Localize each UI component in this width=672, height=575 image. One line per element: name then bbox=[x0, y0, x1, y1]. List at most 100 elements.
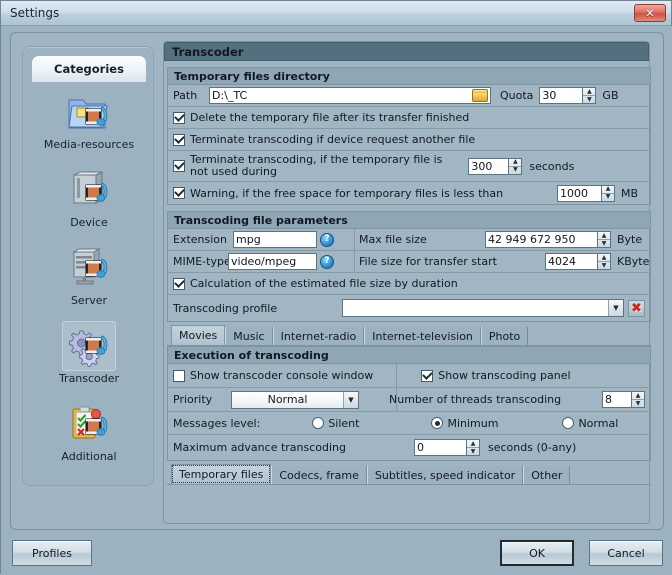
priority-row: Priority Normal ▼ Number of threads tran… bbox=[168, 388, 650, 412]
terminate-unused-stepper[interactable]: 300 ▲ ▼ bbox=[468, 157, 523, 175]
stepper-up-icon[interactable]: ▲ bbox=[583, 88, 596, 96]
calc-estimated-row[interactable]: Calculation of the estimated file size b… bbox=[168, 273, 650, 295]
show-console-checkbox[interactable] bbox=[173, 369, 185, 382]
terminate-unused-row: Terminate transcoding, if the temporary … bbox=[168, 151, 650, 182]
cancel-button[interactable]: Cancel bbox=[589, 540, 663, 566]
column-divider bbox=[354, 251, 355, 272]
tab-music[interactable]: Music bbox=[225, 327, 273, 345]
window-title: Settings bbox=[10, 6, 60, 20]
max-advance-stepper-buttons[interactable]: ▲ ▼ bbox=[466, 440, 480, 455]
close-window-button[interactable]: ✕ bbox=[634, 4, 666, 22]
profiles-button[interactable]: Profiles bbox=[12, 540, 92, 566]
free-space-unit: MB bbox=[621, 186, 639, 200]
threads-stepper[interactable]: 8 ▲ ▼ bbox=[602, 391, 645, 408]
show-panel-checkbox[interactable] bbox=[421, 369, 434, 382]
radio-silent[interactable] bbox=[312, 417, 325, 429]
terminate-on-request-checkbox[interactable] bbox=[173, 133, 185, 146]
max-file-size-label: Max file size bbox=[359, 233, 427, 246]
path-input[interactable]: D:\_TC bbox=[209, 87, 491, 104]
free-space-stepper-buttons[interactable]: ▲ ▼ bbox=[601, 185, 614, 201]
sidebar-item-label: Device bbox=[70, 216, 108, 229]
mime-type-help-icon[interactable]: ? bbox=[320, 254, 334, 269]
mime-type-label: MIME-type bbox=[173, 255, 231, 268]
stepper-down-icon[interactable]: ▼ bbox=[632, 400, 644, 407]
show-console-label: Show transcoder console window bbox=[190, 369, 374, 382]
extension-label: Extension bbox=[173, 233, 228, 246]
messages-option-normal[interactable]: Normal bbox=[562, 417, 618, 430]
stepper-up-icon[interactable]: ▲ bbox=[598, 254, 610, 262]
tab-codecs-frame[interactable]: Codecs, frame bbox=[271, 466, 367, 484]
sidebar-item-label: Server bbox=[70, 294, 108, 307]
clipboard-media-icon bbox=[62, 399, 116, 449]
max-file-size-stepper[interactable]: 42 949 672 950 ▲ ▼ bbox=[485, 231, 611, 248]
max-advance-stepper[interactable]: 0 ▲ ▼ bbox=[414, 439, 481, 456]
terminate-unused-stepper-buttons[interactable]: ▲ ▼ bbox=[508, 158, 522, 174]
calc-estimated-checkbox[interactable] bbox=[173, 277, 185, 290]
sidebar-item-additional[interactable]: Additional bbox=[32, 395, 146, 473]
transfer-start-stepper-buttons[interactable]: ▲ ▼ bbox=[597, 254, 610, 269]
max-file-size-unit: Byte bbox=[617, 233, 643, 246]
quota-label: Quota bbox=[500, 89, 534, 102]
radio-minimum[interactable] bbox=[431, 417, 444, 429]
max-advance-label: Maximum advance transcoding bbox=[173, 441, 347, 454]
messages-option-minimum[interactable]: Minimum bbox=[431, 417, 498, 430]
stepper-down-icon[interactable]: ▼ bbox=[598, 240, 610, 247]
free-space-stepper[interactable]: 1000 ▲ ▼ bbox=[557, 184, 615, 202]
tab-internet-radio[interactable]: Internet-radio bbox=[272, 327, 365, 345]
chevron-down-icon[interactable]: ▼ bbox=[608, 300, 623, 316]
stepper-down-icon[interactable]: ▼ bbox=[602, 194, 614, 201]
tab-other[interactable]: Other bbox=[523, 466, 571, 484]
sidebar-item-server[interactable]: Server bbox=[32, 239, 146, 317]
terminate-on-request-row[interactable]: Terminate transcoding if device request … bbox=[168, 129, 650, 151]
terminate-unused-label-line2: not used during bbox=[190, 165, 277, 178]
tab-internet-television[interactable]: Internet-television bbox=[364, 327, 481, 345]
stepper-down-icon[interactable]: ▼ bbox=[583, 96, 595, 103]
dialog-button-bar: Profiles OK Cancel bbox=[1, 534, 672, 575]
settings-window: Settings ✕ Categories Media-resources De… bbox=[0, 0, 672, 575]
column-divider bbox=[354, 229, 355, 250]
transcoding-profile-row: Transcoding profile ▼ ✖ bbox=[168, 295, 650, 321]
transcoding-profile-combo[interactable]: ▼ bbox=[342, 299, 624, 317]
transfer-start-value: 4024 bbox=[548, 255, 576, 268]
terminate-unused-checkbox[interactable] bbox=[173, 160, 185, 172]
stepper-up-icon[interactable]: ▲ bbox=[632, 392, 644, 400]
stepper-down-icon[interactable]: ▼ bbox=[509, 167, 521, 174]
quota-stepper[interactable]: 30 ▲ ▼ bbox=[539, 87, 597, 104]
group-title: Temporary files directory bbox=[168, 68, 650, 85]
messages-option-silent[interactable]: Silent bbox=[312, 417, 359, 430]
stepper-up-icon[interactable]: ▲ bbox=[467, 440, 480, 448]
mime-type-row: MIME-type video/mpeg ? File size for tra… bbox=[168, 251, 650, 273]
delete-after-transfer-row[interactable]: Delete the temporary file after its tran… bbox=[168, 107, 650, 129]
stepper-down-icon[interactable]: ▼ bbox=[467, 448, 479, 455]
max-file-size-stepper-buttons[interactable]: ▲ ▼ bbox=[597, 232, 610, 247]
ok-button[interactable]: OK bbox=[500, 540, 574, 566]
stepper-up-icon[interactable]: ▲ bbox=[598, 232, 610, 240]
free-space-warning-checkbox[interactable] bbox=[173, 187, 185, 199]
calc-estimated-label: Calculation of the estimated file size b… bbox=[190, 277, 458, 290]
tab-photo[interactable]: Photo bbox=[480, 327, 529, 345]
sidebar-item-media-resources[interactable]: Media-resources bbox=[32, 83, 146, 161]
sidebar-item-transcoder[interactable]: Transcoder bbox=[32, 317, 146, 395]
chevron-down-icon[interactable]: ▼ bbox=[343, 391, 358, 408]
tab-subtitles-speed-indicator[interactable]: Subtitles, speed indicator bbox=[366, 466, 524, 484]
mime-type-input[interactable]: video/mpeg bbox=[228, 253, 317, 270]
extension-input[interactable]: mpg bbox=[233, 231, 317, 248]
delete-after-transfer-checkbox[interactable] bbox=[173, 111, 185, 124]
folder-open-icon[interactable] bbox=[472, 89, 488, 102]
extension-help-icon[interactable]: ? bbox=[320, 232, 334, 247]
tab-movies[interactable]: Movies bbox=[171, 325, 226, 345]
extension-row: Extension mpg ? Max file size 42 949 672… bbox=[168, 229, 650, 251]
delete-red-x-icon[interactable]: ✖ bbox=[628, 299, 645, 317]
quota-stepper-buttons[interactable]: ▲ ▼ bbox=[582, 88, 596, 103]
priority-label: Priority bbox=[173, 393, 213, 406]
max-file-size-value: 42 949 672 950 bbox=[488, 233, 576, 246]
stepper-down-icon[interactable]: ▼ bbox=[598, 262, 610, 269]
sidebar-item-device[interactable]: Device bbox=[32, 161, 146, 239]
transfer-start-stepper[interactable]: 4024 ▲ ▼ bbox=[545, 253, 611, 270]
radio-normal[interactable] bbox=[562, 417, 575, 429]
quota-value: 30 bbox=[542, 89, 557, 102]
priority-combo[interactable]: Normal ▼ bbox=[231, 390, 359, 409]
transcoding-profile-value bbox=[343, 300, 608, 316]
tab-temporary-files[interactable]: Temporary files bbox=[171, 464, 272, 484]
threads-stepper-buttons[interactable]: ▲ ▼ bbox=[631, 392, 644, 407]
